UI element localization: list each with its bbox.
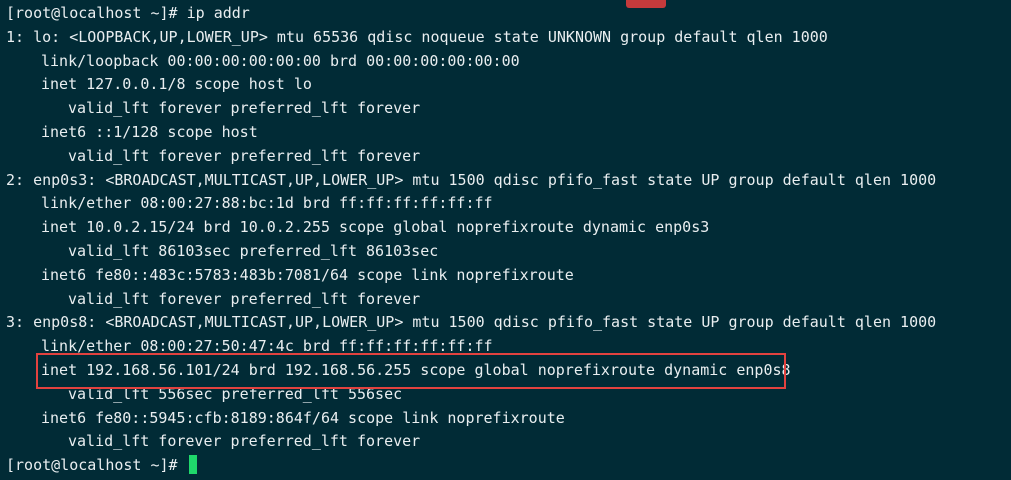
prompt-line: [root@localhost ~]# ip addr bbox=[6, 4, 250, 22]
output-line: valid_lft 86103sec preferred_lft 86103se… bbox=[68, 241, 439, 260]
output-line: inet6 fe80::483c:5783:483b:7081/64 scope… bbox=[41, 265, 574, 284]
output-line: valid_lft forever preferred_lft forever bbox=[68, 99, 421, 118]
output-line: 1: lo: <LOOPBACK,UP,LOWER_UP> mtu 65536 … bbox=[6, 27, 828, 46]
output-line: valid_lft forever preferred_lft forever bbox=[68, 432, 421, 451]
text-cursor bbox=[188, 455, 197, 475]
output-line: inet 127.0.0.1/8 scope host lo bbox=[41, 75, 312, 94]
top-badge bbox=[626, 0, 666, 8]
output-line: inet6 fe80::5945:cfb:8189:864f/64 scope … bbox=[41, 408, 565, 427]
output-line: 3: enp0s8: <BROADCAST,MULTICAST,UP,LOWER… bbox=[6, 313, 937, 332]
output-line: inet 10.0.2.15/24 brd 10.0.2.255 scope g… bbox=[41, 218, 710, 237]
output-line: 2: enp0s3: <BROADCAST,MULTICAST,UP,LOWER… bbox=[6, 170, 937, 189]
terminal-window[interactable]: [root@localhost ~]# ip addr 1: lo: <LOOP… bbox=[0, 0, 1011, 480]
highlighted-inet-line: inet 192.168.56.101/24 brd 192.168.56.25… bbox=[41, 360, 791, 379]
output-line: valid_lft 556sec preferred_lft 556sec bbox=[68, 384, 403, 403]
output-line: valid_lft forever preferred_lft forever bbox=[68, 289, 421, 308]
output-line: valid_lft forever preferred_lft forever bbox=[68, 146, 421, 165]
output-line: link/loopback 00:00:00:00:00:00 brd 00:0… bbox=[41, 51, 520, 70]
prompt-text: [root@localhost ~]# bbox=[6, 456, 187, 475]
output-line: inet6 ::1/128 scope host bbox=[41, 122, 258, 141]
prompt-line-current[interactable]: [root@localhost ~]# bbox=[6, 454, 1011, 478]
output-line: link/ether 08:00:27:50:47:4c brd ff:ff:f… bbox=[41, 337, 493, 356]
output-line: link/ether 08:00:27:88:bc:1d brd ff:ff:f… bbox=[41, 194, 493, 213]
